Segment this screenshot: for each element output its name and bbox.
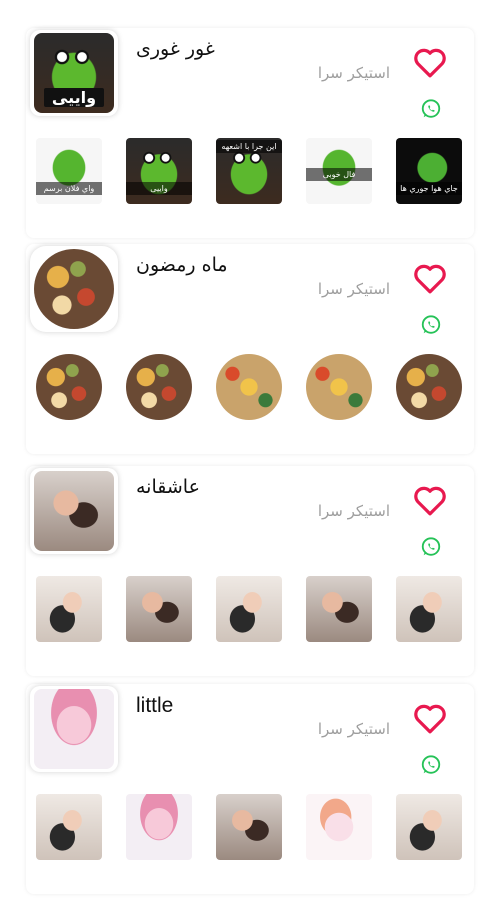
- sticker-preview-row: [36, 574, 462, 644]
- anime-sticker-image: [34, 689, 114, 769]
- pack-card-asheghaneh[interactable]: عاشقانه استیکر سرا: [26, 466, 474, 676]
- pack-card-mah-ramazoon[interactable]: ماه رمضون استیکر سرا: [26, 244, 474, 454]
- food-photo-image: [34, 249, 114, 329]
- pack-author: استیکر سرا: [317, 64, 390, 82]
- whatsapp-icon[interactable]: [420, 536, 442, 558]
- sticker-preview[interactable]: [126, 794, 192, 860]
- heart-outline-icon[interactable]: [412, 262, 448, 294]
- sticker-preview[interactable]: [216, 354, 282, 420]
- sticker-pack-list: واییی غور غوری استیکر سرا واي فلان برسم …: [0, 0, 496, 900]
- sticker-preview[interactable]: [306, 576, 372, 642]
- sticker-preview[interactable]: [306, 794, 372, 860]
- sticker-preview[interactable]: [216, 576, 282, 642]
- sticker-preview-row: واي فلان برسم واییی اين جرا با اشعهه فال…: [36, 136, 462, 206]
- sticker-preview[interactable]: واییی: [126, 138, 192, 204]
- sticker-preview[interactable]: [216, 794, 282, 860]
- pack-title: عاشقانه: [136, 476, 200, 498]
- sticker-preview[interactable]: [126, 576, 192, 642]
- pack-thumbnail: واییی: [30, 30, 118, 116]
- sticker-preview[interactable]: [36, 354, 102, 420]
- pack-title: little: [136, 694, 174, 717]
- sticker-preview-row: [36, 352, 462, 422]
- frog-sticker-image: واییی: [34, 33, 114, 113]
- heart-outline-icon[interactable]: [412, 46, 448, 78]
- sticker-preview[interactable]: جاي هوا جوري ها: [396, 138, 462, 204]
- sticker-preview-row: [36, 792, 462, 862]
- pack-thumbnail: [30, 468, 118, 554]
- sticker-preview[interactable]: [36, 576, 102, 642]
- sticker-preview[interactable]: [396, 576, 462, 642]
- sticker-preview[interactable]: [396, 794, 462, 860]
- sticker-preview[interactable]: [396, 354, 462, 420]
- pack-author: استیکر سرا: [317, 720, 390, 738]
- sticker-caption: واییی: [126, 182, 192, 195]
- pack-author: استیکر سرا: [317, 502, 390, 520]
- sticker-caption: جاي هوا جوري ها: [396, 182, 462, 195]
- pack-title: ماه رمضون: [136, 254, 228, 276]
- pack-thumbnail: [30, 246, 118, 332]
- pack-card-little[interactable]: little استیکر سرا: [26, 684, 474, 894]
- pack-thumbnail: [30, 686, 118, 772]
- sticker-preview[interactable]: واي فلان برسم: [36, 138, 102, 204]
- sticker-preview[interactable]: [36, 794, 102, 860]
- whatsapp-icon[interactable]: [420, 98, 442, 120]
- sticker-preview[interactable]: اين جرا با اشعهه: [216, 138, 282, 204]
- sticker-preview[interactable]: [306, 354, 372, 420]
- sticker-caption: اين جرا با اشعهه: [216, 140, 282, 153]
- heart-outline-icon[interactable]: [412, 484, 448, 516]
- sticker-caption: فال خوبی: [306, 168, 372, 181]
- thumbnail-caption: واییی: [44, 88, 104, 107]
- heart-outline-icon[interactable]: [412, 702, 448, 734]
- pack-title: غور غوری: [136, 38, 215, 60]
- sticker-caption: واي فلان برسم: [36, 182, 102, 195]
- couple-photo-image: [34, 471, 114, 551]
- pack-card-ghor-ghori[interactable]: واییی غور غوری استیکر سرا واي فلان برسم …: [26, 28, 474, 238]
- whatsapp-icon[interactable]: [420, 314, 442, 336]
- pack-author: استیکر سرا: [317, 280, 390, 298]
- whatsapp-icon[interactable]: [420, 754, 442, 776]
- sticker-preview[interactable]: فال خوبی: [306, 138, 372, 204]
- sticker-preview[interactable]: [126, 354, 192, 420]
